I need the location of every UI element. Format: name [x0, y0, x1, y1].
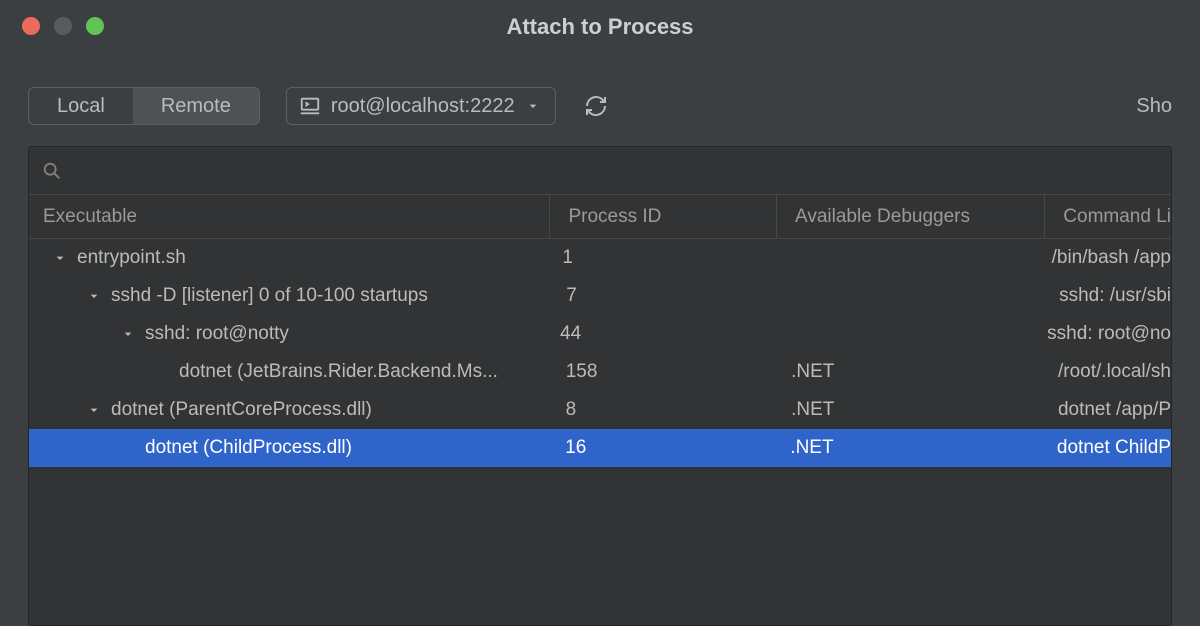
process-panel: Executable Process ID Available Debugger… — [28, 146, 1172, 626]
header-process-id[interactable]: Process ID — [550, 195, 777, 238]
process-debugger — [774, 277, 1041, 315]
process-cmd: /bin/bash /app — [1034, 239, 1171, 277]
process-pid: 44 — [542, 315, 765, 353]
process-cmd: /root/.local/sh — [1040, 353, 1171, 391]
process-executable: entrypoint.sh — [77, 247, 186, 269]
process-debugger: .NET — [773, 391, 1040, 429]
search-row[interactable] — [29, 147, 1171, 195]
toolbar: Local Remote root@localhost:2222 Sho — [0, 76, 1200, 136]
connection-segmented: Local Remote — [28, 87, 260, 125]
header-debuggers[interactable]: Available Debuggers — [777, 195, 1045, 238]
process-pid: 7 — [548, 277, 774, 315]
close-window-button[interactable] — [22, 17, 40, 35]
process-debugger: .NET — [773, 353, 1040, 391]
process-row[interactable]: dotnet (ParentCoreProcess.dll) 8.NETdotne… — [29, 391, 1171, 429]
process-debugger — [768, 239, 1033, 277]
process-rows: entrypoint.sh1/bin/bash /appsshd -D [lis… — [29, 239, 1171, 467]
process-cmd: sshd: /usr/sbi — [1041, 277, 1171, 315]
process-cmd: dotnet ChildP — [1039, 429, 1171, 467]
process-row[interactable]: dotnet (ChildProcess.dll) 16.NETdotnet Ch… — [29, 429, 1171, 467]
tree-toggle[interactable] — [85, 401, 103, 419]
refresh-icon — [584, 94, 608, 118]
process-executable: sshd: root@notty — [145, 323, 289, 345]
local-tab[interactable]: Local — [29, 88, 133, 124]
window-controls — [0, 17, 104, 35]
process-executable: sshd -D [listener] 0 of 10-100 startups — [111, 285, 428, 307]
minimize-window-button[interactable] — [54, 17, 72, 35]
process-row[interactable]: entrypoint.sh 1/bin/bash /app — [29, 239, 1171, 277]
process-pid: 16 — [547, 429, 772, 467]
process-pid: 8 — [548, 391, 773, 429]
tree-toggle[interactable] — [119, 325, 137, 343]
process-debugger: .NET — [772, 429, 1039, 467]
process-cmd: dotnet /app/P — [1040, 391, 1171, 429]
process-debugger — [765, 315, 1029, 353]
column-headers: Executable Process ID Available Debugger… — [29, 195, 1171, 239]
process-executable: dotnet (ChildProcess.dll) — [145, 437, 352, 459]
tree-toggle[interactable] — [85, 287, 103, 305]
remote-host-icon — [299, 95, 321, 117]
host-dropdown[interactable]: root@localhost:2222 — [286, 87, 556, 125]
tree-toggle[interactable] — [51, 249, 69, 267]
show-link[interactable]: Sho — [1136, 95, 1172, 118]
process-row[interactable]: sshd -D [listener] 0 of 10-100 startups 7… — [29, 277, 1171, 315]
process-pid: 1 — [544, 239, 768, 277]
process-pid: 158 — [548, 353, 773, 391]
maximize-window-button[interactable] — [86, 17, 104, 35]
process-executable: dotnet (JetBrains.Rider.Backend.Ms... — [179, 361, 498, 383]
window-title: Attach to Process — [506, 14, 693, 40]
tree-toggle — [153, 363, 171, 381]
process-row[interactable]: dotnet (JetBrains.Rider.Backend.Ms... 158… — [29, 353, 1171, 391]
refresh-button[interactable] — [582, 92, 610, 120]
titlebar: Attach to Process — [0, 0, 1200, 52]
host-label: root@localhost:2222 — [331, 95, 515, 118]
process-executable: dotnet (ParentCoreProcess.dll) — [111, 399, 372, 421]
header-command-line[interactable]: Command Li — [1045, 195, 1171, 238]
remote-tab[interactable]: Remote — [133, 88, 259, 124]
tree-toggle — [119, 439, 137, 457]
header-executable[interactable]: Executable — [29, 195, 550, 238]
search-icon — [41, 160, 63, 182]
chevron-down-icon — [525, 98, 541, 114]
process-row[interactable]: sshd: root@notty 44 sshd: root@no — [29, 315, 1171, 353]
process-cmd: sshd: root@no — [1029, 315, 1171, 353]
